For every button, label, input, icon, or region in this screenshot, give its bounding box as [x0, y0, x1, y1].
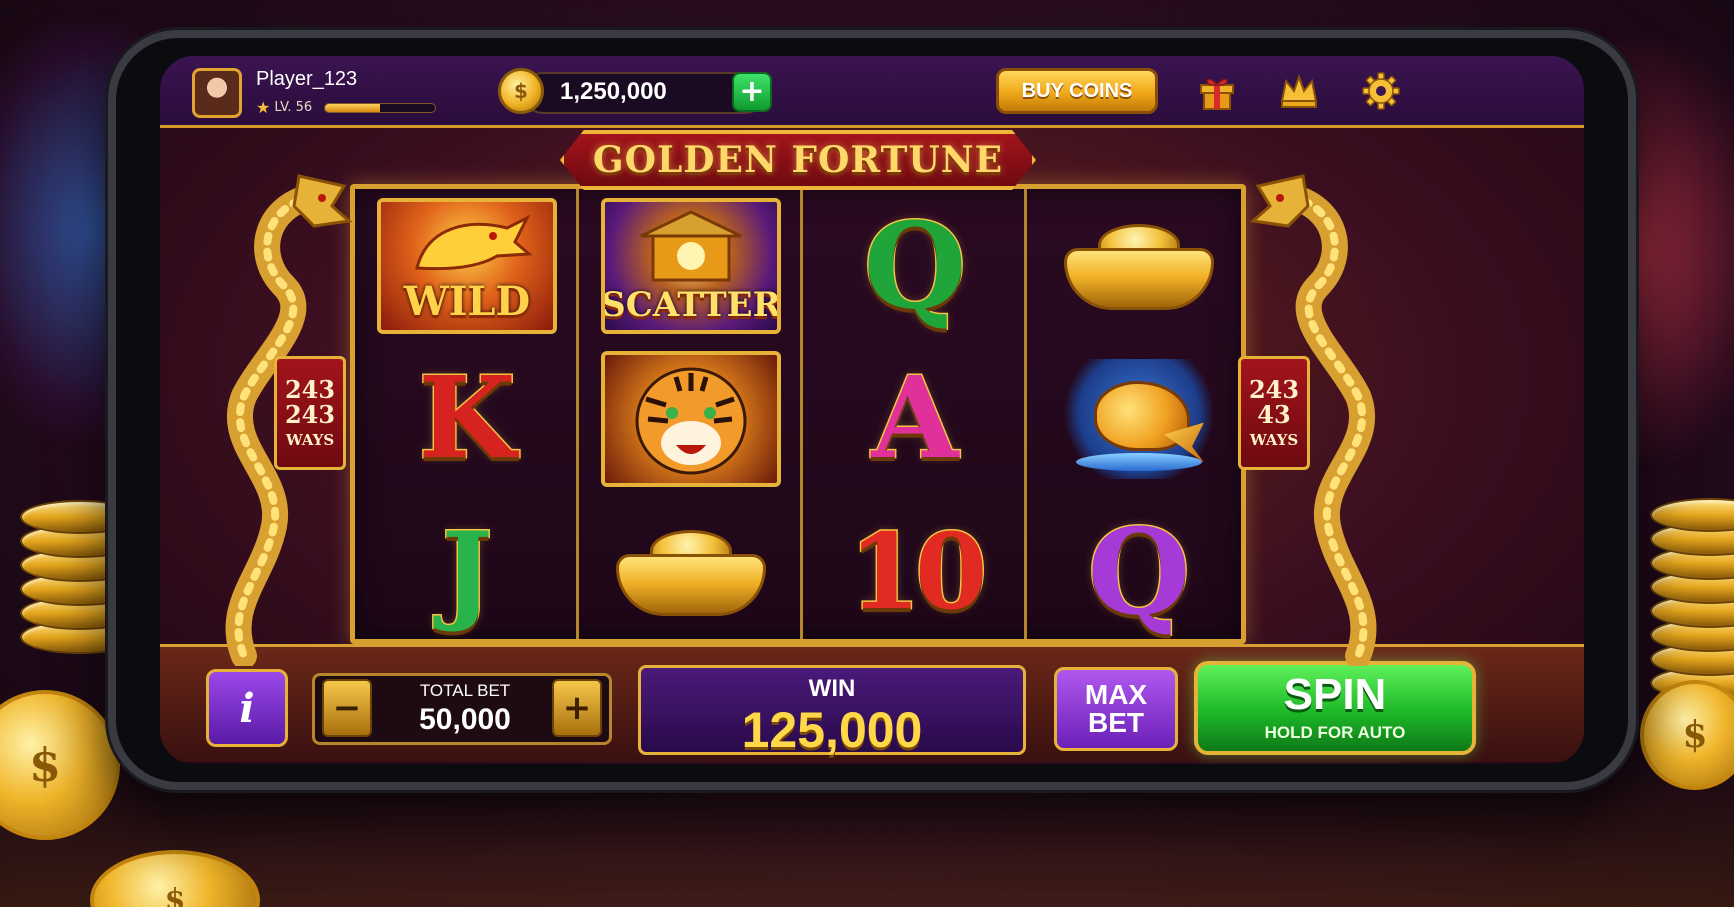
spin-label: SPIN [1283, 670, 1387, 719]
reel-cell: WILD [355, 189, 579, 342]
reel-cell: K [355, 342, 579, 495]
spin-hold-for-auto: HOLD FOR AUTO [1264, 723, 1406, 742]
gift-icon[interactable] [1194, 68, 1240, 114]
reel-cell [579, 495, 803, 648]
king-symbol: K [417, 352, 517, 484]
reel-cell [579, 342, 803, 495]
reel-cell: Q [1027, 495, 1251, 648]
top-bar: Player_123 ★ LV. 56 $ 1,250,000 + BUY CO… [160, 56, 1584, 128]
reel-1: WILD K J [355, 189, 579, 639]
reel-cell: Q [803, 189, 1027, 342]
game-title: GOLDEN FORTUNE [592, 139, 1004, 181]
increase-bet-button[interactable]: + [552, 679, 602, 737]
max-bet-line2: BET [1088, 707, 1144, 738]
coin-icon: $ [498, 68, 544, 114]
info-button[interactable]: i [206, 669, 288, 747]
decrease-bet-button[interactable]: − [322, 679, 372, 737]
reel-cell: 10 [803, 495, 1027, 648]
ways-plaque-left-label: WAYS [285, 431, 335, 450]
ways-plaque-right-line2: 43 [1257, 400, 1291, 429]
add-coins-button[interactable]: + [732, 72, 772, 112]
koi-fish-symbol [1064, 358, 1214, 479]
reel-cell: A [803, 342, 1027, 495]
ace-symbol: A [870, 352, 960, 484]
ten-symbol: 10 [847, 509, 989, 633]
pagoda-icon [640, 209, 742, 281]
game-screen: Player_123 ★ LV. 56 $ 1,250,000 + BUY CO… [160, 56, 1584, 764]
total-bet-label: TOTAL BET [419, 681, 511, 700]
jack-symbol: J [440, 508, 494, 635]
reel-grid: WILD K J SCATTER Q A 10 Q [350, 184, 1246, 644]
queen-symbol: Q [862, 195, 968, 335]
reel-3: Q A 10 [803, 189, 1027, 639]
spin-button[interactable]: SPIN HOLD FOR AUTO [1194, 661, 1476, 755]
total-bet-value: 50,000 [419, 703, 511, 736]
queen-symbol: Q [1086, 501, 1192, 641]
reel-cell [1027, 342, 1251, 495]
tiger-symbol [601, 350, 781, 487]
ways-plaque-left-line2: 243 [284, 400, 336, 429]
ways-plaque-left-line1: 243 [284, 374, 336, 404]
gear-icon[interactable] [1358, 68, 1404, 114]
max-bet-line1: MAX [1084, 679, 1148, 710]
player-level-row: ★ LV. 56 [256, 98, 437, 117]
dragon-head-icon [415, 214, 533, 270]
ways-plaque-left: 243 243 WAYS [274, 356, 346, 470]
wild-symbol-label: WILD [403, 277, 531, 325]
reel-cell [1027, 189, 1251, 342]
crown-icon[interactable] [1276, 68, 1322, 114]
ways-plaque-right-line1: 243 [1248, 374, 1300, 404]
star-icon: ★ [256, 98, 271, 117]
scatter-symbol: SCATTER [601, 197, 781, 334]
xp-progress-fill [325, 103, 381, 112]
coin-balance: 1,250,000 [560, 78, 667, 105]
ways-plaque-right: 243 43 WAYS [1238, 356, 1310, 470]
scatter-symbol-label: SCATTER [601, 284, 781, 325]
tablet-device: Player_123 ★ LV. 56 $ 1,250,000 + BUY CO… [108, 30, 1636, 790]
game-title-banner: GOLDEN FORTUNE [560, 130, 1036, 190]
max-bet-button[interactable]: MAX BET [1054, 667, 1178, 751]
wild-symbol: WILD [377, 197, 557, 334]
buy-coins-button[interactable]: BUY COINS [996, 68, 1158, 114]
gold-ingot-symbol [616, 522, 766, 622]
win-value: 125,000 [741, 702, 923, 758]
player-level: LV. 56 [274, 100, 313, 115]
reel-4: Q [1027, 189, 1251, 639]
ways-plaque-right-label: WAYS [1249, 431, 1299, 450]
reel-2: SCATTER [579, 189, 803, 639]
player-name: Player_123 [256, 68, 358, 90]
reel-cell: SCATTER [579, 189, 803, 342]
win-label: WIN [808, 675, 856, 702]
reel-cell: J [355, 495, 579, 648]
player-avatar[interactable] [192, 68, 242, 118]
gold-ingot-symbol [1064, 216, 1214, 316]
tiger-icon [635, 367, 747, 474]
xp-progress-bar [324, 102, 437, 113]
